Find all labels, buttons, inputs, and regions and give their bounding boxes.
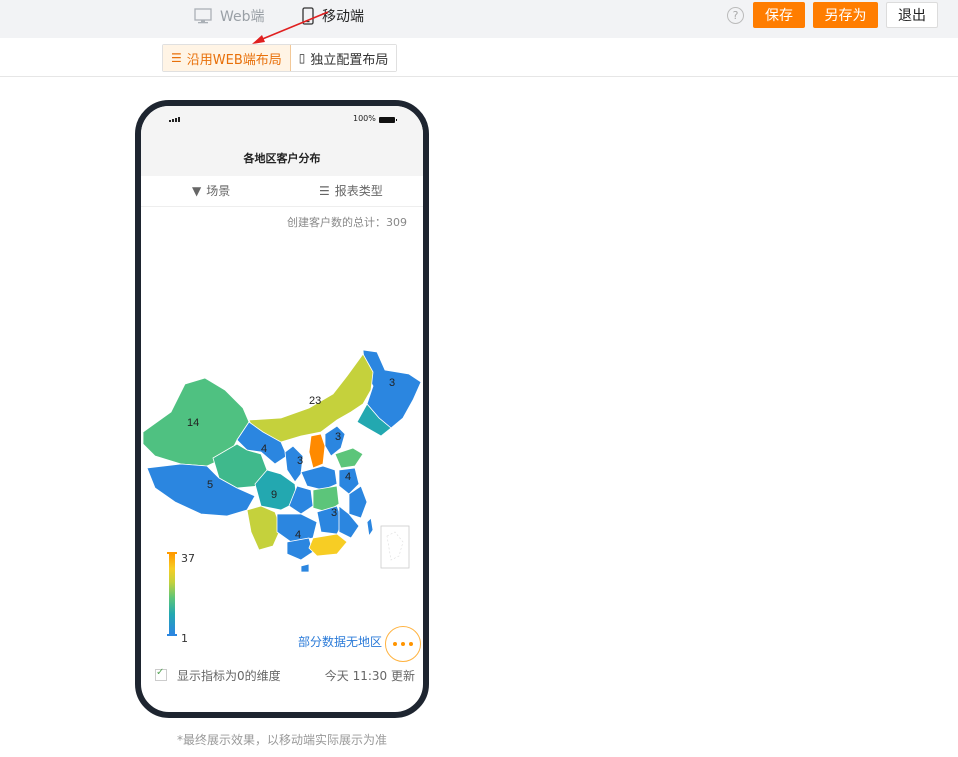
map-region (334, 447, 364, 469)
save-button[interactable]: 保存 (753, 2, 805, 28)
layout-mode-toggle: ☰ 沿用WEB端布局 ▯ 独立配置布局 (162, 44, 398, 72)
map-region (308, 533, 348, 557)
top-bar: Web端 移动端 ? 保存 另存为 退出 (0, 0, 958, 38)
more-actions-button[interactable] (385, 626, 421, 662)
map-label: 3 (389, 377, 395, 389)
independent-layout-option[interactable]: ▯ 独立配置布局 (290, 45, 397, 71)
show-zero-checkbox[interactable] (155, 667, 167, 681)
map-region (246, 505, 282, 551)
map-label: 23 (309, 395, 321, 407)
preview-footnote: *最终展示效果，以移动端实际展示为准 (176, 733, 387, 747)
map-label: 4 (295, 529, 301, 541)
map-label: 5 (207, 479, 213, 491)
divider (0, 76, 958, 77)
desktop-icon (194, 8, 212, 24)
legend-cap-min[interactable] (167, 634, 177, 636)
map-label: 14 (187, 417, 199, 429)
scene-filter-label: 场景 (206, 184, 231, 198)
exit-button[interactable]: 退出 (886, 2, 938, 28)
help-icon[interactable]: ? (727, 7, 744, 24)
update-time: 今天 11:30 更新 (324, 669, 415, 683)
no-region-data-link[interactable]: 部分数据无地区 (298, 633, 382, 650)
map-label: 4 (345, 471, 351, 483)
battery-percent: 100% (353, 114, 376, 123)
list-icon: ☰ (171, 51, 182, 65)
map-region (300, 465, 338, 491)
china-region-map[interactable]: 14 23 3 4 3 3 5 9 4 3 4 (141, 346, 423, 576)
map-label: 9 (271, 489, 277, 501)
map-region (308, 433, 326, 469)
legend-max-value: 37 (181, 552, 195, 565)
map-region (300, 563, 310, 573)
list-icon: ☰ (319, 183, 330, 198)
report-type-filter[interactable]: ☰ 报表类型 (319, 182, 383, 199)
panel-icon: ▯ (298, 51, 306, 65)
save-as-button[interactable]: 另存为 (813, 2, 878, 28)
battery-icon (379, 117, 397, 123)
dot-icon (393, 642, 397, 646)
signal-icon (169, 117, 180, 122)
filter-bar: ▼ 场景 ☰ 报表类型 (141, 176, 423, 207)
show-zero-label: 显示指标为0的维度 (177, 669, 281, 683)
color-scale-legend (169, 554, 175, 634)
independent-layout-label: 独立配置布局 (310, 52, 389, 68)
report-type-label: 报表类型 (334, 184, 383, 198)
map-region (286, 537, 314, 561)
dot-icon (409, 642, 413, 646)
total-summary: 创建客户数的总计：309 (287, 216, 407, 229)
use-web-layout-label: 沿用WEB端布局 (186, 52, 282, 68)
map-region (366, 517, 374, 538)
map-label: 3 (331, 507, 337, 519)
filter-icon: ▼ (192, 183, 202, 198)
use-web-layout-option[interactable]: ☰ 沿用WEB端布局 (163, 45, 291, 71)
scene-filter[interactable]: ▼ 场景 (192, 182, 230, 199)
map-label: 3 (335, 431, 341, 443)
report-title: 各地区客户分布 (243, 152, 321, 165)
legend-min-value: 1 (181, 632, 188, 645)
status-bar: 100% (141, 106, 423, 136)
phone-preview: 100% 各地区客户分布 ▼ 场景 ☰ 报表类型 创建客户数的总计：309 14… (135, 100, 429, 718)
map-label: 4 (261, 443, 267, 455)
map-label: 3 (297, 455, 303, 467)
annotation-arrow (252, 11, 329, 44)
dot-icon (401, 642, 405, 646)
